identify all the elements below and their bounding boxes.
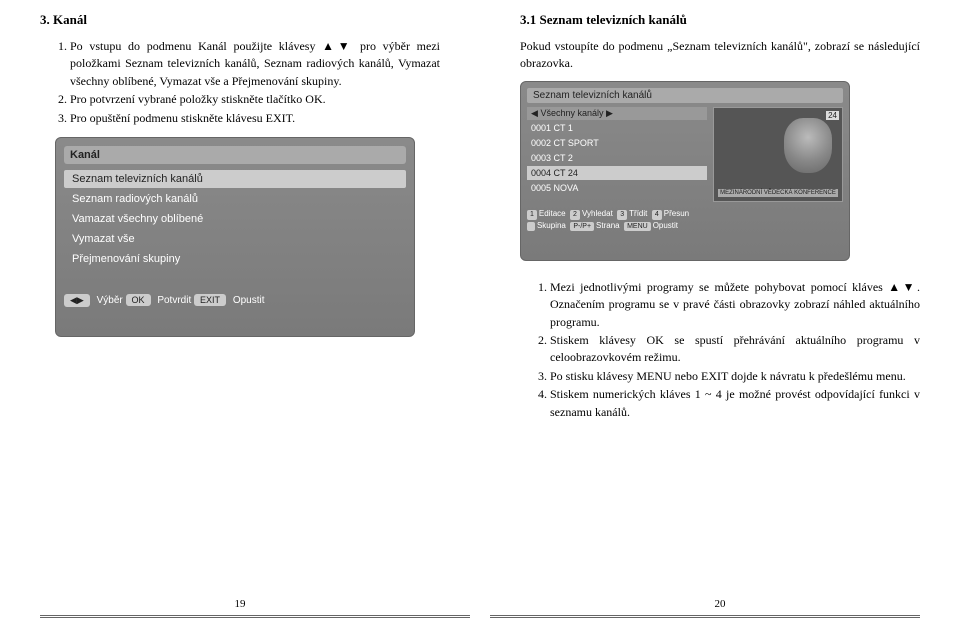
menu-item: Přejmenování skupiny — [64, 250, 406, 268]
legend-label: Přesun — [664, 209, 689, 218]
legend-label: Vyhledat — [582, 209, 613, 218]
channel-item: 0004 CT 24 — [527, 166, 707, 180]
hint-key: ◀▶ — [64, 294, 90, 307]
legend-key: 1 — [527, 210, 537, 220]
hint-label: Potvrdit — [157, 295, 191, 306]
preview-image — [784, 118, 832, 173]
page-right: 3.1 Seznam televizních kanálů Pokud vsto… — [480, 0, 960, 626]
legend-key: 3 — [617, 210, 627, 220]
channel-item: 0002 CT SPORT — [527, 136, 707, 150]
page-number: 19 — [235, 598, 246, 610]
list-item: Pro opuštění podmenu stiskněte klávesu E… — [70, 110, 440, 127]
list-item: Pro potvrzení vybrané položky stiskněte … — [70, 91, 440, 108]
channel-item: 0003 CT 2 — [527, 151, 707, 165]
legend-label: Skupina — [537, 221, 566, 230]
legend: 1Editace 2Vyhledat 3Třídit 4Přesun Skupi… — [527, 208, 843, 232]
legend-key: MENU — [624, 222, 651, 232]
legend-key — [527, 222, 535, 232]
legend-key: P-/P+ — [570, 222, 594, 232]
list-item: Stiskem klávesy OK se spustí přehrávání … — [550, 332, 920, 367]
hint-label: Výběr — [97, 295, 123, 306]
channel-list: ◀ Všechny kanály ▶ 0001 CT 1 0002 CT SPO… — [527, 107, 707, 202]
legend-key: 2 — [570, 210, 580, 220]
menu-title: Kanál — [64, 146, 406, 164]
legend-label: Editace — [539, 209, 566, 218]
hint-label: Opustit — [233, 295, 265, 306]
menu-item: Seznam televizních kanálů — [64, 170, 406, 188]
menu-item: Vymazat vše — [64, 230, 406, 248]
footer-rule — [40, 615, 470, 618]
preview-pane: 24 MEZINÁRODNÍ VĚDECKÁ KONFERENCE — [713, 107, 843, 202]
tab-arrow-left: ◀ — [531, 108, 538, 118]
instruction-list: Po vstupu do podmenu Kanál použijte kláv… — [40, 38, 440, 127]
tab-arrow-right: ▶ — [606, 108, 613, 118]
preview-caption: MEZINÁRODNÍ VĚDECKÁ KONFERENCE — [718, 189, 838, 197]
channel-item: 0005 NOVA — [527, 181, 707, 195]
footer-rule — [490, 615, 920, 618]
list-item: Stiskem numerických kláves 1 ~ 4 je možn… — [550, 386, 920, 421]
page-number: 20 — [715, 598, 726, 610]
instruction-list: Mezi jednotlivými programy se můžete poh… — [520, 279, 920, 421]
list-title: Seznam televizních kanálů — [527, 88, 843, 103]
legend-key: 4 — [652, 210, 662, 220]
legend-label: Třídit — [629, 209, 647, 218]
menu-item: Vamazat všechny oblíbené — [64, 210, 406, 228]
legend-label: Strana — [596, 221, 620, 230]
menu-hints: ◀▶ Výběr OK Potvrdit EXIT Opustit — [64, 294, 406, 307]
hint-key: OK — [126, 294, 151, 306]
intro-text: Pokud vstoupíte do podmenu „Seznam telev… — [520, 38, 920, 73]
legend-label: Opustit — [653, 221, 678, 230]
hint-key: EXIT — [194, 294, 226, 306]
section-heading: 3. Kanál — [40, 12, 440, 28]
page-left: 3. Kanál Po vstupu do podmenu Kanál použ… — [0, 0, 480, 626]
list-item: Po stisku klávesy MENU nebo EXIT dojde k… — [550, 368, 920, 385]
tab-text: Všechny kanály — [540, 108, 603, 118]
screenshot-channel-menu: Kanál Seznam televizních kanálů Seznam r… — [55, 137, 415, 337]
list-item: Mezi jednotlivými programy se můžete poh… — [550, 279, 920, 331]
tab-label: ◀ Všechny kanály ▶ — [527, 107, 707, 120]
menu-item: Seznam radiových kanálů — [64, 190, 406, 208]
section-heading: 3.1 Seznam televizních kanálů — [520, 12, 920, 28]
screenshot-channel-list: Seznam televizních kanálů ◀ Všechny kaná… — [520, 81, 850, 261]
list-item: Po vstupu do podmenu Kanál použijte kláv… — [70, 38, 440, 90]
channel-item: 0001 CT 1 — [527, 121, 707, 135]
channel-badge: 24 — [826, 111, 839, 120]
menu-list: Seznam televizních kanálů Seznam radiový… — [64, 170, 406, 268]
